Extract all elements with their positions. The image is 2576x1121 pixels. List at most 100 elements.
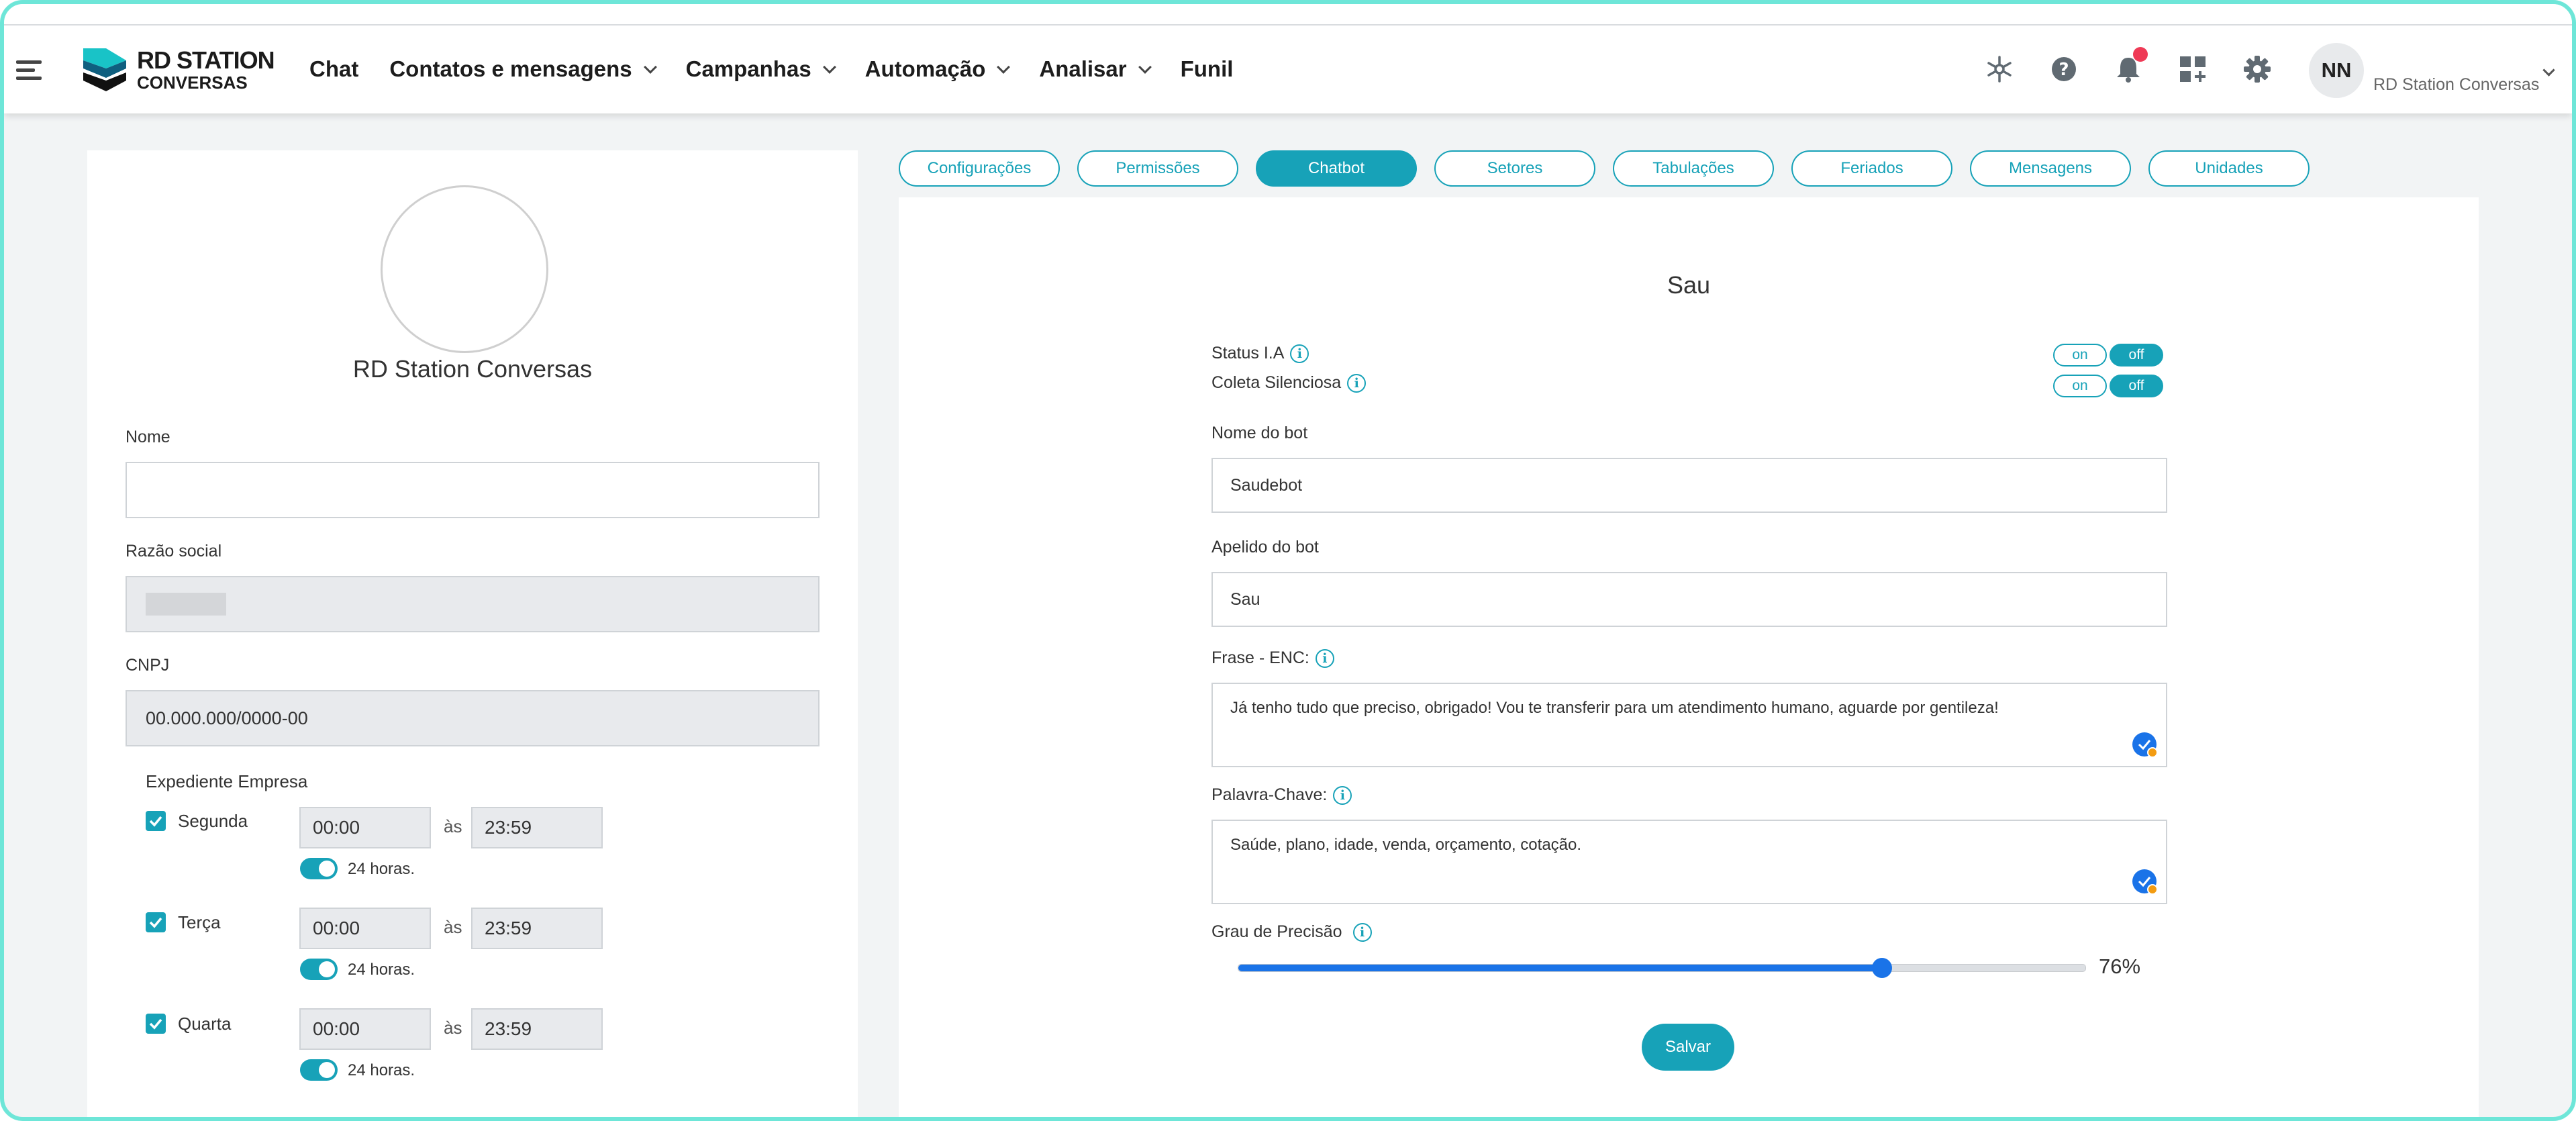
slider-fill [1238, 965, 1883, 971]
save-button[interactable]: Salvar [1642, 1024, 1734, 1071]
keywords-text: Palavra-Chave: [1211, 785, 1328, 804]
add-app-icon[interactable] [2177, 54, 2208, 85]
grammar-check-icon[interactable] [2132, 732, 2158, 758]
full-day-toggle[interactable] [300, 858, 338, 879]
keywords-textarea[interactable]: Saúde, plano, idade, venda, orçamento, c… [1211, 820, 2167, 904]
slider-thumb[interactable] [1872, 958, 1893, 978]
time-separator: às [444, 816, 462, 836]
tab-configuracoes[interactable]: Configurações [899, 150, 1060, 187]
start-time-input[interactable]: 00:00 [299, 908, 431, 949]
redacted-value [146, 593, 226, 616]
razao-social-label: Razão social [126, 542, 222, 560]
status-ia-label: Status I.A i [1211, 344, 1309, 363]
day-label: Terça [178, 912, 221, 932]
keywords-value: Saúde, plano, idade, venda, orçamento, c… [1230, 836, 1582, 854]
nome-label: Nome [126, 428, 170, 446]
frase-textarea[interactable]: Já tenho tudo que preciso, obrigado! Vou… [1211, 683, 2167, 767]
svg-text:?: ? [2059, 60, 2069, 80]
company-logo-placeholder[interactable] [381, 185, 548, 353]
precision-value: 76% [2099, 955, 2141, 978]
time-separator: às [444, 1018, 462, 1038]
checkbox-segunda[interactable] [146, 811, 166, 831]
tab-chatbot[interactable]: Chatbot [1256, 150, 1417, 187]
coleta-on[interactable]: on [2053, 375, 2107, 397]
full-day-toggle[interactable] [300, 1059, 338, 1081]
end-time-input[interactable]: 23:59 [471, 908, 603, 949]
nome-input[interactable] [126, 462, 820, 518]
status-ia-off[interactable]: off [2110, 344, 2163, 367]
nav-campaigns[interactable]: Campanhas [685, 56, 836, 82]
tab-permissoes[interactable]: Permissões [1077, 150, 1238, 187]
user-name[interactable]: RD Station Conversas [2373, 75, 2539, 95]
menu-icon[interactable] [16, 60, 42, 85]
start-time-input[interactable]: 00:00 [299, 807, 431, 848]
end-time-input[interactable]: 23:59 [471, 807, 603, 848]
info-icon[interactable]: i [1347, 373, 1367, 393]
cnpj-input: 00.000.000/0000-00 [126, 690, 820, 746]
nav-funnel-label: Funil [1180, 56, 1234, 81]
company-card: RD Station Conversas Nome Razão social C… [87, 150, 858, 1117]
day-label: Quarta [178, 1014, 232, 1034]
nav-contacts[interactable]: Contatos e mensagens [389, 56, 657, 82]
info-icon[interactable]: i [1315, 648, 1334, 668]
full-day-label: 24 horas. [348, 961, 415, 979]
end-time-input[interactable]: 23:59 [471, 1008, 603, 1050]
help-icon[interactable]: ? [2048, 54, 2079, 85]
logo[interactable]: RD STATION CONVERSAS [137, 48, 275, 93]
divider [4, 24, 2572, 26]
notifications-icon[interactable] [2113, 47, 2148, 85]
bot-nick-label: Apelido do bot [1211, 538, 1319, 556]
full-day-toggle[interactable] [300, 959, 338, 980]
chevron-down-icon[interactable] [2542, 64, 2555, 77]
settings-icon[interactable] [2242, 54, 2273, 85]
tab-feriados[interactable]: Feriados [1791, 150, 1952, 187]
start-time-input[interactable]: 00:00 [299, 1008, 431, 1050]
info-icon[interactable]: i [1290, 344, 1309, 363]
tab-unidades[interactable]: Unidades [2148, 150, 2310, 187]
precision-text: Grau de Precisão [1211, 922, 1342, 941]
coleta-off[interactable]: off [2110, 375, 2163, 397]
nav-funnel[interactable]: Funil [1181, 56, 1234, 82]
company-name: RD Station Conversas [352, 355, 593, 383]
nav-campaigns-label: Campanhas [685, 56, 811, 81]
integrations-icon[interactable] [1984, 54, 2015, 85]
precision-label: Grau de Precisão i [1211, 922, 1372, 942]
frase-value: Já tenho tudo que preciso, obrigado! Vou… [1230, 699, 1999, 717]
coleta-text: Coleta Silenciosa [1211, 373, 1342, 392]
logo-line2: CONVERSAS [137, 72, 248, 93]
chatbot-card: Sau Status I.A i on off Coleta Silenciosa… [899, 197, 2479, 1117]
bot-title: Sau [1667, 271, 1711, 299]
nav-analyze[interactable]: Analisar [1039, 56, 1152, 82]
info-icon[interactable]: i [1352, 922, 1372, 942]
bot-name-label: Nome do bot [1211, 424, 1308, 442]
bot-nick-input[interactable]: Sau [1211, 572, 2167, 627]
logo-icon[interactable] [83, 48, 129, 96]
coleta-switch: on off [2053, 375, 2166, 397]
tab-tabulacoes[interactable]: Tabulações [1613, 150, 1774, 187]
coleta-label: Coleta Silenciosa i [1211, 373, 1367, 393]
tab-setores[interactable]: Setores [1434, 150, 1595, 187]
tab-mensagens[interactable]: Mensagens [1970, 150, 2131, 187]
checkbox-quarta[interactable] [146, 1014, 166, 1034]
notification-badge [2133, 47, 2148, 62]
nav-automation[interactable]: Automação [864, 56, 1011, 82]
razao-social-input [126, 576, 820, 632]
chevron-down-icon [1138, 60, 1152, 74]
app-window: RD STATION CONVERSAS Chat Contatos e men… [0, 0, 2576, 1121]
status-ia-on[interactable]: on [2053, 344, 2107, 367]
grammar-check-icon[interactable] [2132, 869, 2158, 895]
nav-chat[interactable]: Chat [309, 56, 358, 82]
bot-name-input[interactable]: Saudebot [1211, 458, 2167, 513]
nav-contacts-label: Contatos e mensagens [389, 56, 632, 81]
precision-slider[interactable] [1238, 958, 2086, 978]
main-nav: Chat Contatos e mensagens Campanhas Auto… [309, 56, 1264, 82]
full-day-label: 24 horas. [348, 1061, 415, 1079]
checkbox-terca[interactable] [146, 912, 166, 932]
day-label: Segunda [178, 811, 248, 831]
time-separator: às [444, 917, 462, 937]
settings-tabs: Configurações Permissões Chatbot Setores… [899, 150, 2327, 187]
chevron-down-icon [822, 60, 836, 74]
nav-automation-label: Automação [864, 56, 986, 81]
info-icon[interactable]: i [1333, 785, 1352, 805]
avatar[interactable]: NN [2309, 43, 2364, 98]
